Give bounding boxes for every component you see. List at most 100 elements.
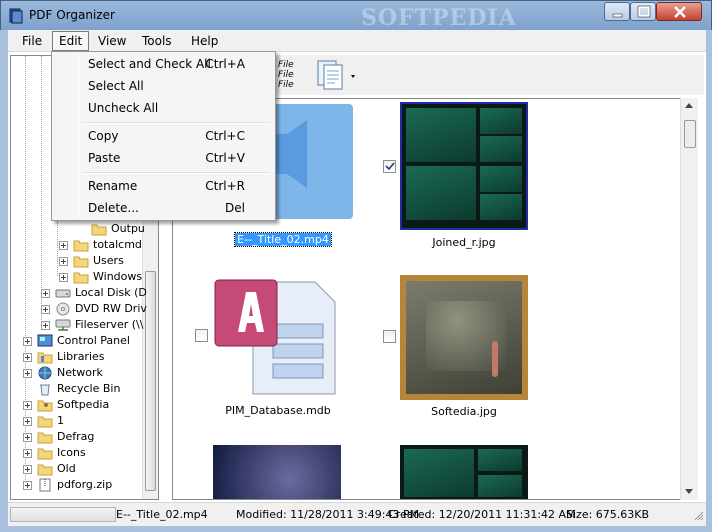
menu-item-rename[interactable]: Rename Ctrl+R <box>54 175 273 197</box>
menu-item-label: Select and Check All <box>88 57 211 71</box>
file-list-button[interactable]: File File File <box>278 60 318 92</box>
minimize-icon <box>612 13 623 18</box>
vertical-scrollbar[interactable] <box>680 98 698 500</box>
item-checkbox[interactable] <box>383 330 396 343</box>
expand-icon[interactable] <box>59 241 68 250</box>
tree-item-label: Control Panel <box>57 334 130 347</box>
window-frame-right <box>706 30 712 532</box>
expand-icon[interactable] <box>23 433 32 442</box>
thumbnail-item[interactable]: PIM_Database.mdb <box>193 274 373 424</box>
zip-icon <box>39 478 51 492</box>
menu-item-label: Uncheck All <box>88 101 159 115</box>
thumbnail-item[interactable]: Joined_r.jpg <box>383 102 533 252</box>
menu-separator <box>82 122 270 124</box>
title-bar: PDF Organizer SOFTPEDIA <box>0 0 712 31</box>
thumbnail-item[interactable] <box>400 445 528 499</box>
thumbnail-image <box>213 445 341 499</box>
close-button[interactable] <box>656 2 702 21</box>
menu-edit[interactable]: Edit <box>52 31 90 51</box>
file-label: File <box>278 70 294 80</box>
thumbnail-caption: E--_Title_02.mp4 <box>213 232 353 247</box>
menu-item-select-and-check-all[interactable]: Select and Check All Ctrl+A <box>54 53 273 75</box>
thumbnail-item[interactable]: Softedia.jpg <box>383 275 533 425</box>
drive-icon <box>55 289 71 298</box>
copy-documents-button[interactable] <box>316 58 360 92</box>
menu-view[interactable]: View <box>92 33 132 49</box>
joined-image <box>400 102 528 230</box>
menu-help[interactable]: Help <box>185 33 224 49</box>
expand-icon[interactable] <box>23 401 32 410</box>
scroll-down-icon[interactable] <box>685 489 693 494</box>
network-icon <box>38 366 52 380</box>
item-checkbox[interactable] <box>383 160 396 173</box>
tree-item-label: Softpedia <box>57 398 110 411</box>
menu-item-copy[interactable]: Copy Ctrl+C <box>54 125 273 147</box>
minimize-button[interactable] <box>604 2 630 21</box>
menu-item-label: Select All <box>88 79 144 93</box>
folder-icon <box>73 256 89 268</box>
expand-icon[interactable] <box>59 257 68 266</box>
resize-grip-icon[interactable] <box>692 509 704 521</box>
watermark-text: SOFTPEDIA <box>361 5 517 31</box>
menu-item-uncheck-all[interactable]: Uncheck All <box>54 97 273 119</box>
tree-item-label: Users <box>93 254 124 267</box>
expand-icon[interactable] <box>41 289 50 298</box>
expand-icon[interactable] <box>23 481 32 490</box>
menu-item-delete[interactable]: Delete... Del <box>54 197 273 219</box>
edit-menu-dropdown: Select and Check All Ctrl+A Select All U… <box>51 51 276 221</box>
expand-icon[interactable] <box>59 273 68 282</box>
documents-icon <box>317 60 355 90</box>
maximize-button[interactable] <box>630 2 656 21</box>
expand-icon[interactable] <box>41 321 50 330</box>
app-icon <box>9 8 23 24</box>
tree-item-label: Outpu <box>111 222 145 235</box>
thumbnail-caption: PIM_Database.mdb <box>225 404 331 417</box>
status-filename: E--_Title_02.mp4 <box>116 508 208 521</box>
scroll-up-icon[interactable] <box>685 103 693 108</box>
dvd-icon <box>56 302 70 316</box>
expand-icon[interactable] <box>23 449 32 458</box>
menu-item-label: Paste <box>88 151 121 165</box>
expand-icon[interactable] <box>23 417 32 426</box>
menu-item-select-all[interactable]: Select All <box>54 75 273 97</box>
menu-item-paste[interactable]: Paste Ctrl+V <box>54 147 273 169</box>
folder-icon <box>37 432 53 444</box>
control-panel-icon <box>37 334 53 347</box>
expand-icon[interactable] <box>23 353 32 362</box>
thumbnail-item[interactable] <box>213 445 341 499</box>
menu-tools[interactable]: Tools <box>136 33 178 49</box>
expand-icon[interactable] <box>23 369 32 378</box>
tree-item-label: Fileserver (\\ <box>75 318 144 331</box>
status-bar: E--_Title_02.mp4 Modified: 11/28/2011 3:… <box>8 502 706 526</box>
folder-icon <box>37 448 53 460</box>
thumbnail-caption: Joined_r.jpg <box>432 236 496 249</box>
tree-item-label: Network <box>57 366 103 379</box>
menu-item-label: Copy <box>88 129 119 143</box>
tree-item-label: Local Disk (D <box>75 286 147 299</box>
menu-item-label: Delete... <box>88 201 139 215</box>
menu-item-shortcut: Ctrl+A <box>205 57 245 71</box>
network-drive-icon <box>55 319 71 331</box>
menu-file[interactable]: File <box>16 33 48 49</box>
item-checkbox[interactable] <box>195 329 208 342</box>
expand-icon[interactable] <box>23 337 32 346</box>
recycle-bin-icon <box>40 384 50 396</box>
folder-icon <box>73 240 89 252</box>
folder-icon <box>73 272 89 284</box>
tree-item-label: Libraries <box>57 350 105 363</box>
scroll-thumb[interactable] <box>684 120 696 148</box>
menu-item-shortcut: Ctrl+V <box>205 151 245 165</box>
menu-item-shortcut: Ctrl+R <box>205 179 245 193</box>
tree-item-label: 1 <box>57 414 64 427</box>
expand-icon[interactable] <box>23 465 32 474</box>
maximize-icon <box>637 5 651 18</box>
tree-item-label: Old <box>57 462 76 475</box>
file-label: File <box>278 60 294 70</box>
tree-item-label: Windows <box>93 270 143 283</box>
window-title: PDF Organizer <box>29 8 115 22</box>
status-size: Size: 675.63KB <box>566 508 650 521</box>
tree-item-label: Icons <box>57 446 86 459</box>
thumbnail-caption-text: E--_Title_02.mp4 <box>234 232 332 247</box>
folder-icon <box>37 464 53 476</box>
expand-icon[interactable] <box>41 305 50 314</box>
